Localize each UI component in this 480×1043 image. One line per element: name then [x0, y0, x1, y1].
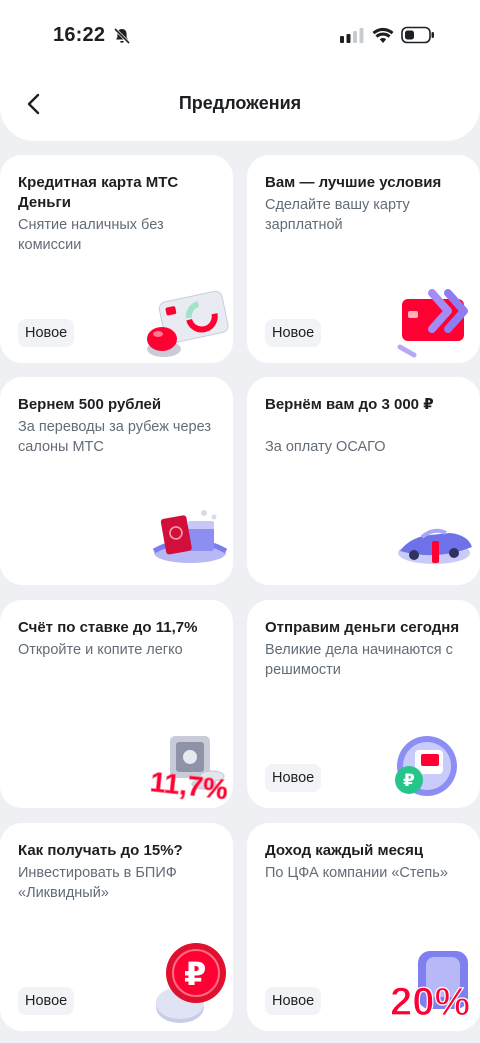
cellular-signal-icon [340, 28, 364, 43]
svg-text:₽: ₽ [403, 771, 415, 791]
offer-title: Вернём вам до 3 000 ₽ [265, 396, 434, 413]
twenty-percent-icon: 20% [389, 951, 471, 1025]
passport-icon [152, 510, 228, 563]
new-badge: Новое [265, 764, 322, 792]
offer-title: Счёт по ставке до 11,7% [18, 619, 198, 636]
offer-title: Доход каждый месяц [265, 842, 424, 859]
offer-card-liquid-fund[interactable]: Как получать до 15%? Инвестировать в БПИ… [0, 823, 233, 1031]
page-title: Предложения [178, 93, 302, 113]
bell-muted-icon [113, 27, 131, 45]
offer-card-monthly-income[interactable]: Доход каждый месяц По ЦФА компании «Степ… [247, 823, 480, 1031]
offer-subtitle: Откройте и копите легко [18, 642, 183, 658]
money-transfer-icon: ₽ [395, 736, 457, 796]
offer-subtitle: За оплату ОСАГО [265, 439, 386, 455]
offer-title: Как получать до 15%? [18, 842, 183, 859]
offer-card-salary-card[interactable]: Вам — лучшие условия Сделайте вашу карту… [247, 155, 480, 363]
salary-card-icon [397, 289, 468, 358]
new-badge: Новое [265, 987, 322, 1015]
offer-card-osago[interactable]: Вернём вам до 3 000 ₽ За оплату ОСАГО [247, 377, 480, 585]
offer-card-credit-card[interactable]: Кредитная карта МТС Деньги Снятие наличн… [0, 155, 233, 363]
new-badge: Новое [18, 987, 75, 1015]
new-badge: Новое [18, 319, 75, 347]
offer-card-send-money[interactable]: Отправим деньги сегодня Великие дела нач… [247, 600, 480, 808]
battery-icon [401, 26, 434, 44]
status-time: 16:22 [53, 24, 106, 46]
offer-subtitle: Снятие наличных без комиссии [18, 217, 164, 253]
new-badge: Новое [265, 319, 322, 347]
wifi-icon [372, 27, 394, 43]
status-bar: 16:22 [0, 0, 480, 70]
offer-card-transfer-abroad[interactable]: Вернем 500 рублей За переводы за рубеж ч… [0, 377, 233, 585]
car-insurance-icon [398, 528, 472, 564]
offer-title: Вернем 500 рублей [18, 396, 162, 413]
offer-subtitle: Сделайте вашу карту зарплатной [265, 197, 410, 233]
offer-title: Кредитная карта МТС Деньги [18, 174, 179, 211]
offer-subtitle: Великие дела начинаются с решимости [265, 642, 453, 678]
offer-subtitle: По ЦФА компании «Степь» [265, 865, 448, 881]
percent-label: 20% [390, 980, 470, 1024]
offer-subtitle: Инвестировать в БПИФ «Ликвидный» [18, 865, 177, 901]
svg-text:₽: ₽ [184, 955, 206, 993]
credit-card-icon [147, 290, 229, 357]
offer-subtitle: За переводы за рубеж через салоны МТС [18, 419, 211, 455]
offer-title: Отправим деньги сегодня [265, 619, 460, 636]
header: 16:22 Предложения [0, 0, 480, 141]
safe-percent-icon: 11,7% [148, 736, 230, 806]
offer-card-savings-rate[interactable]: Счёт по ставке до 11,7% Откройте и копит… [0, 600, 233, 808]
ruble-coin-icon: ₽ [156, 943, 226, 1023]
offer-title: Вам — лучшие условия [265, 174, 442, 191]
